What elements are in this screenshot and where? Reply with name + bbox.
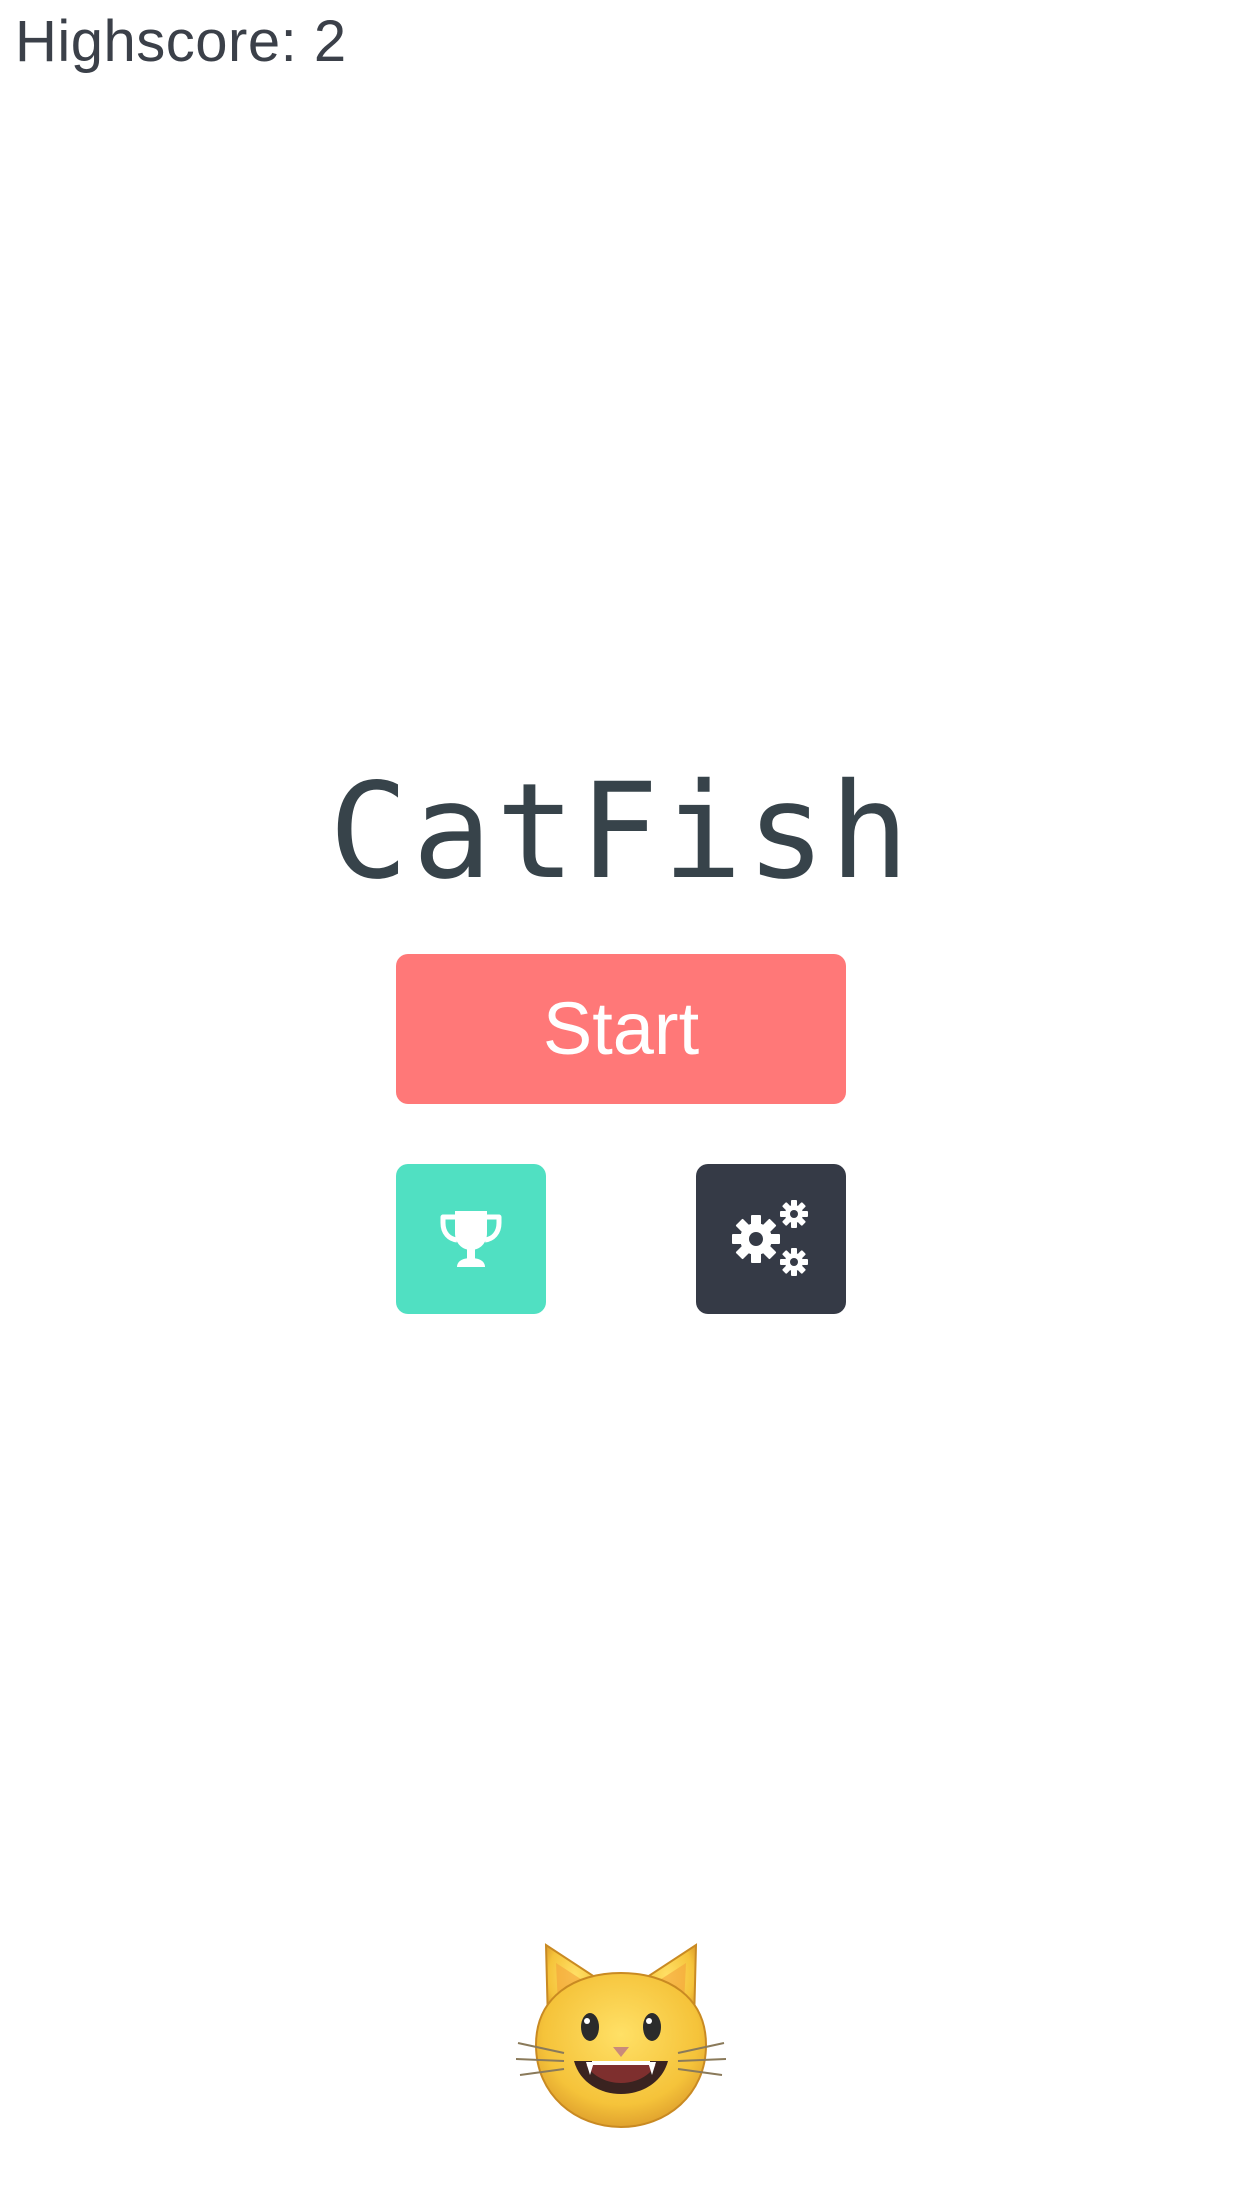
trophy-icon bbox=[440, 1211, 502, 1267]
game-title: CatFish bbox=[328, 755, 914, 909]
grinning-cat-icon bbox=[515, 1943, 727, 2129]
start-button[interactable]: Start bbox=[396, 954, 846, 1104]
highscore-label: Highscore: 2 bbox=[15, 9, 347, 74]
leaderboard-button[interactable] bbox=[396, 1164, 546, 1314]
cat-character bbox=[515, 1935, 727, 2135]
settings-button[interactable] bbox=[696, 1164, 846, 1314]
gears-icon bbox=[732, 1200, 808, 1276]
